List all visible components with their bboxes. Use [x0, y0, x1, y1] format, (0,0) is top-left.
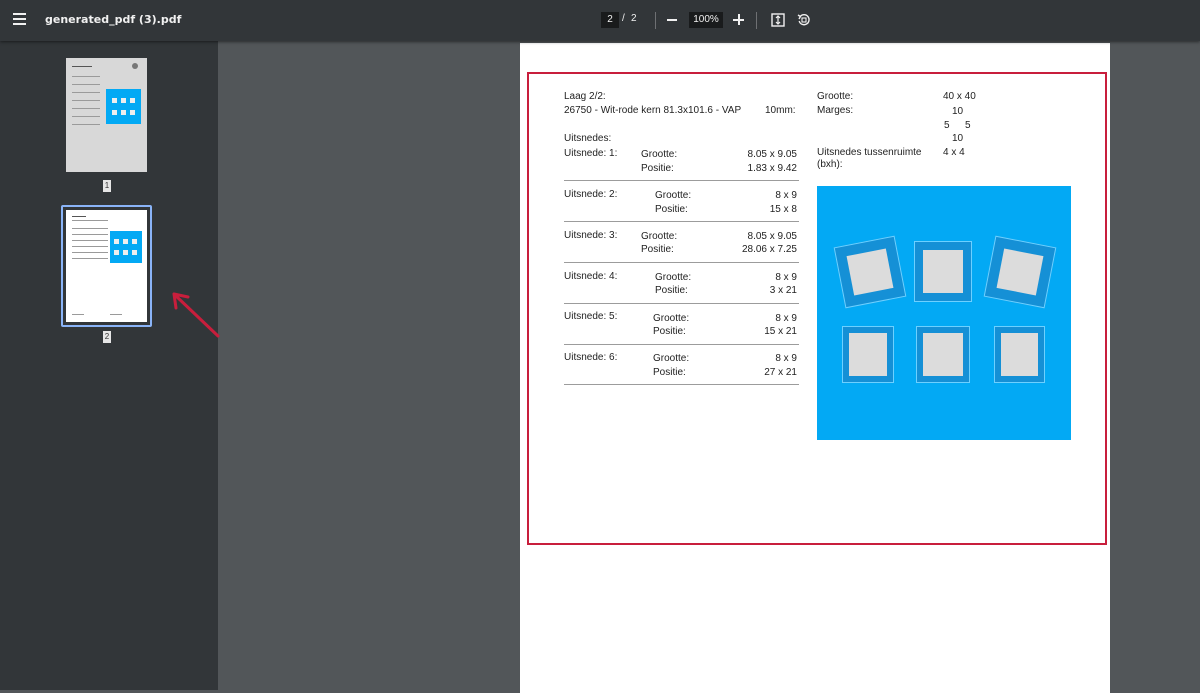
thumb-preview: [106, 89, 141, 124]
cutout-frame-5: [916, 326, 970, 383]
thumb-line: [72, 220, 108, 221]
cutout-position-value: 3 x 21: [769, 285, 797, 296]
cutout-label: Uitsnede: 4:: [564, 271, 618, 282]
thumb-line: [72, 92, 100, 93]
thumb-line: [72, 100, 100, 101]
pdf-page-2: Laag 2/2: 26750 - Wit-rode kern 81.3x101…: [520, 43, 1110, 693]
row-divider: [564, 221, 799, 222]
cutout-position-value: 1.83 x 9.42: [747, 163, 797, 174]
cutout-size-label: Grootte:: [653, 313, 690, 324]
cutout-position-label: Positie:: [653, 326, 686, 337]
cutout-position-value: 27 x 21: [764, 367, 797, 378]
page-thumbnail-2[interactable]: [61, 205, 152, 327]
thumb-logo: [132, 63, 138, 69]
annotation-arrow-icon: [172, 292, 220, 338]
spacing-label-unit: (bxh):: [817, 159, 843, 170]
cutout-size-value: 8.05 x 9.05: [747, 231, 797, 242]
thumb-line: [72, 252, 108, 253]
thumbnail-sidebar: 1 2: [0, 41, 218, 690]
thumbnail-number-2: 2: [103, 331, 111, 343]
thumb-line: [72, 84, 100, 85]
cutouts-heading: Uitsnedes:: [564, 133, 612, 144]
zoom-in-icon[interactable]: [733, 14, 744, 25]
cutout-size-label: Grootte:: [655, 272, 692, 283]
cutout-frame-6: [994, 326, 1045, 383]
thumb-line: [72, 258, 108, 259]
current-page-input[interactable]: 2: [601, 12, 619, 28]
row-divider: [564, 180, 799, 181]
row-divider: [564, 344, 799, 345]
thumb-line: [72, 124, 100, 125]
document-title: generated_pdf (3).pdf: [45, 13, 182, 26]
margin-bottom: 10: [952, 133, 964, 144]
margin-right: 5: [965, 120, 971, 131]
thumb-line: [72, 66, 92, 67]
cutout-frame-4: [842, 326, 894, 383]
total-pages: 2: [631, 13, 637, 24]
toolbar-divider: [756, 12, 757, 29]
page-thumbnail-1[interactable]: [66, 58, 147, 172]
spacing-label: Uitsnedes tussenruimte: [817, 147, 922, 158]
cutout-label: Uitsnede: 2:: [564, 189, 618, 200]
page-separator: /: [622, 13, 625, 24]
layer-description: 26750 - Wit-rode kern 81.3x101.6 - VAP: [564, 105, 742, 116]
toolbar-divider: [655, 12, 656, 29]
cutout-position-label: Positie:: [655, 285, 688, 296]
row-divider: [564, 303, 799, 304]
cutout-size-label: Grootte:: [653, 353, 690, 364]
cutout-label: Uitsnede: 5:: [564, 311, 618, 322]
cutout-frame-1: [833, 235, 907, 309]
cutout-size-value: 8.05 x 9.05: [747, 149, 797, 160]
cutout-position-label: Positie:: [653, 367, 686, 378]
layer-heading: Laag 2/2:: [564, 91, 606, 102]
fit-page-icon[interactable]: [771, 13, 785, 27]
thumb-line: [72, 246, 108, 247]
thumb-line: [72, 228, 108, 229]
row-divider: [564, 262, 799, 263]
thumbnail-number-1: 1: [103, 180, 111, 192]
thumb-line: [72, 216, 86, 217]
thumbnail-page: [66, 210, 147, 322]
zoom-input[interactable]: 100%: [689, 12, 723, 28]
cutout-frame-3: [983, 235, 1057, 309]
menu-icon[interactable]: [13, 13, 27, 27]
thumb-line: [72, 240, 108, 241]
margins-label: Marges:: [817, 105, 854, 116]
rotate-icon[interactable]: [797, 13, 811, 27]
thumb-line: [72, 234, 108, 235]
cutout-size-value: 8 x 9: [775, 313, 797, 324]
cutout-position-label: Positie:: [641, 163, 674, 174]
cutout-position-label: Positie:: [641, 244, 674, 255]
pdf-toolbar: generated_pdf (3).pdf 2 / 2 100%: [0, 0, 1200, 41]
thumb-preview: [110, 231, 142, 263]
margin-left: 5: [944, 120, 950, 131]
row-divider: [564, 384, 799, 385]
zoom-out-icon[interactable]: [667, 19, 677, 21]
cutout-size-value: 8 x 9: [775, 190, 797, 201]
cutout-size-label: Grootte:: [655, 190, 692, 201]
cutout-preview: [817, 186, 1071, 440]
cutout-size-label: Grootte:: [641, 231, 678, 242]
cutout-size-label: Grootte:: [641, 149, 678, 160]
margin-top: 10: [952, 106, 964, 117]
thumb-line: [110, 314, 122, 315]
thumb-line: [72, 76, 100, 77]
thumb-line: [72, 314, 84, 315]
cutout-size-value: 8 x 9: [775, 272, 797, 283]
board-size-value: 40 x 40: [943, 91, 976, 102]
cutout-label: Uitsnede: 1:: [564, 148, 618, 159]
cutout-position-label: Positie:: [655, 204, 688, 215]
layer-thickness: 10mm:: [765, 105, 796, 116]
cutout-frame-2: [914, 241, 972, 302]
cutout-label: Uitsnede: 6:: [564, 352, 618, 363]
spacing-value: 4 x 4: [943, 147, 965, 158]
cutout-position-value: 28.06 x 7.25: [741, 244, 797, 255]
thumb-line: [72, 116, 100, 117]
cutout-position-value: 15 x 8: [769, 204, 797, 215]
cutout-label: Uitsnede: 3:: [564, 230, 618, 241]
board-size-label: Grootte:: [817, 91, 854, 102]
cutout-size-value: 8 x 9: [775, 353, 797, 364]
thumb-line: [72, 108, 100, 109]
cutout-position-value: 15 x 21: [764, 326, 797, 337]
